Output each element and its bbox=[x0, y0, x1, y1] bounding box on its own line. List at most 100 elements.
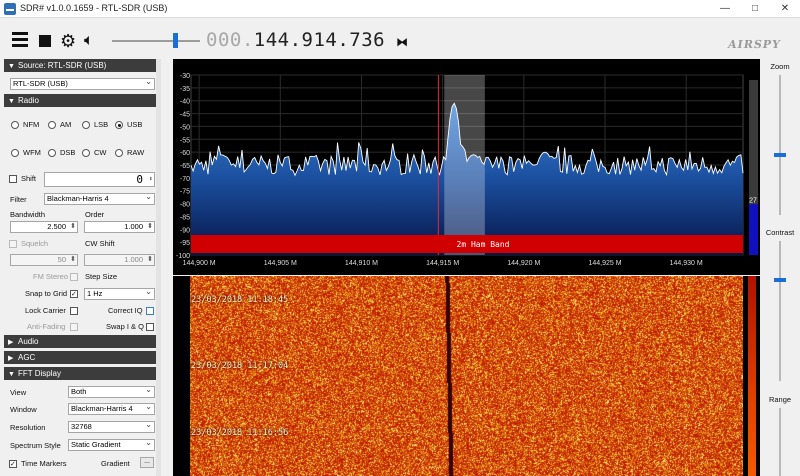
frequency-main-digits[interactable]: 144.914.736 bbox=[254, 29, 385, 51]
step-size-label: Step Size bbox=[85, 272, 118, 281]
mode-lsb-radio[interactable] bbox=[82, 121, 90, 129]
swap-iq-checkbox[interactable] bbox=[146, 323, 154, 331]
spectrum-chart[interactable]: 2m Ham Band 27 -30 -35 -40 -45 -50 -55 -60 -65 -7… bbox=[173, 59, 760, 275]
volume-slider-thumb[interactable] bbox=[173, 33, 179, 48]
mode-wfm-radio[interactable] bbox=[11, 149, 19, 157]
bandwidth-input[interactable]: 2.500 bbox=[10, 221, 78, 233]
radio-section-header[interactable]: ▼ Radio bbox=[4, 94, 156, 107]
mode-dsb-radio[interactable] bbox=[48, 149, 56, 157]
mode-usb-label: USB bbox=[127, 120, 143, 129]
menu-icon[interactable] bbox=[12, 32, 30, 50]
squelch-input[interactable]: 50 bbox=[10, 254, 78, 266]
mode-usb-radio[interactable] bbox=[115, 121, 123, 129]
spectrum-analyzer[interactable]: 2m Ham Band 27 -30 -35 -40 -45 -50 -55 -60 -65 -7… bbox=[173, 59, 760, 275]
view-select[interactable]: Both bbox=[68, 386, 155, 398]
collapse-triangle-icon: ▼ bbox=[8, 371, 15, 378]
mode-nfm-label: NFM bbox=[23, 120, 40, 129]
contrast-slider-thumb[interactable] bbox=[774, 278, 786, 282]
contrast-slider[interactable] bbox=[779, 241, 781, 381]
maximize-button[interactable]: □ bbox=[740, 0, 770, 18]
control-panel-scrollbar[interactable] bbox=[156, 59, 161, 476]
resolution-select[interactable]: 32768 bbox=[68, 421, 155, 433]
y-tick-label: -75 bbox=[180, 189, 190, 196]
x-tick-label: 144,900 M bbox=[183, 260, 216, 267]
x-tick-label: 144,915 M bbox=[426, 260, 459, 267]
window-title: SDR# v1.0.0.1659 - RTL-SDR (USB) bbox=[20, 3, 168, 13]
waterfall-timestamp: 23/03/2018 11:16:56 bbox=[191, 428, 289, 438]
mode-raw-radio[interactable] bbox=[115, 149, 123, 157]
filter-select[interactable]: Blackman-Harris 4 bbox=[44, 193, 155, 205]
waterfall-canvas[interactable] bbox=[190, 276, 743, 476]
stop-icon[interactable] bbox=[39, 35, 51, 47]
lock-carrier-label: Lock Carrier bbox=[25, 306, 66, 315]
y-tick-label: -45 bbox=[180, 112, 190, 119]
zoom-slider[interactable] bbox=[779, 75, 781, 215]
zoom-label: Zoom bbox=[770, 62, 790, 71]
squelch-label: Squelch bbox=[21, 239, 49, 248]
lock-carrier-checkbox[interactable] bbox=[70, 307, 78, 315]
gradient-button[interactable]: ... bbox=[140, 457, 154, 468]
source-device-select[interactable]: RTL-SDR (USB) bbox=[10, 78, 155, 90]
x-tick-label: 144,930 M bbox=[670, 260, 703, 267]
fft-window-select[interactable]: Blackman-Harris 4 bbox=[68, 403, 155, 415]
frequency-display[interactable]: 000.144.914.736 bbox=[206, 29, 385, 51]
frequency-leading-digits[interactable]: 000. bbox=[206, 29, 254, 51]
speaker-icon[interactable]: 🔈︎ bbox=[84, 32, 102, 50]
source-section-header[interactable]: ▼ Source: RTL-SDR (USB) bbox=[4, 59, 156, 72]
spectrum-style-select[interactable]: Static Gradient bbox=[68, 439, 155, 451]
time-markers-checkbox[interactable] bbox=[9, 460, 17, 468]
audio-section-header[interactable]: ▶ Audio bbox=[4, 335, 156, 348]
filter-label: Filter bbox=[10, 195, 27, 204]
bowtie-icon[interactable]: ⧓ bbox=[396, 35, 408, 49]
close-button[interactable]: ✕ bbox=[770, 0, 800, 18]
zoom-slider-thumb[interactable] bbox=[774, 153, 786, 157]
y-tick-label: -80 bbox=[180, 202, 190, 209]
snap-to-grid-checkbox[interactable] bbox=[70, 290, 78, 298]
shift-checkbox[interactable] bbox=[9, 175, 17, 183]
fft-display-section-header[interactable]: ▼ FFT Display bbox=[4, 367, 156, 380]
correct-iq-checkbox[interactable] bbox=[146, 307, 154, 315]
step-size-select[interactable]: 1 Hz bbox=[84, 288, 155, 300]
cw-shift-input[interactable]: 1.000 bbox=[84, 254, 155, 266]
sdrsharp-app-icon bbox=[4, 3, 16, 15]
mode-raw-label: RAW bbox=[127, 148, 145, 157]
anti-fading-label: Anti-Fading bbox=[27, 322, 66, 331]
range-slider[interactable] bbox=[779, 408, 781, 476]
signal-level-readout: 27 bbox=[749, 197, 757, 204]
mode-cw-label: CW bbox=[94, 148, 107, 157]
squelch-checkbox[interactable] bbox=[9, 240, 17, 248]
waterfall-display[interactable]: 23/03/2018 11:18:45 23/03/2018 11:17:04 … bbox=[173, 276, 760, 476]
radio-header-label: Radio bbox=[18, 96, 39, 105]
mode-am-radio[interactable] bbox=[48, 121, 56, 129]
cw-shift-label: CW Shift bbox=[85, 239, 115, 248]
bandwidth-label: Bandwidth bbox=[10, 210, 46, 219]
window-label: Window bbox=[10, 405, 37, 414]
source-header-label: Source: RTL-SDR (USB) bbox=[18, 61, 107, 70]
gradient-label: Gradient bbox=[101, 459, 130, 468]
spectrum-style-label: Spectrum Style bbox=[10, 441, 61, 450]
volume-slider[interactable] bbox=[112, 40, 200, 42]
y-tick-label: -70 bbox=[180, 176, 190, 183]
shift-value-input[interactable]: 0 bbox=[44, 172, 155, 187]
y-tick-label: -50 bbox=[180, 124, 190, 131]
waterfall-timestamp: 23/03/2018 11:18:45 bbox=[191, 295, 289, 305]
collapse-triangle-icon: ▼ bbox=[8, 63, 15, 70]
collapse-triangle-icon: ▼ bbox=[8, 98, 15, 105]
resolution-label: Resolution bbox=[10, 423, 46, 432]
expand-triangle-icon: ▶ bbox=[8, 355, 14, 362]
fm-stereo-checkbox[interactable] bbox=[70, 273, 78, 281]
filter-passband bbox=[444, 75, 485, 255]
expand-triangle-icon: ▶ bbox=[8, 339, 14, 346]
y-tick-label: -90 bbox=[180, 227, 190, 234]
mode-lsb-label: LSB bbox=[94, 120, 109, 129]
anti-fading-checkbox[interactable] bbox=[70, 323, 78, 331]
fm-stereo-label: FM Stereo bbox=[33, 272, 69, 281]
mode-dsb-label: DSB bbox=[60, 148, 76, 157]
order-input[interactable]: 1.000 bbox=[84, 221, 155, 233]
agc-section-header[interactable]: ▶ AGC bbox=[4, 351, 156, 364]
minimize-button[interactable]: — bbox=[710, 0, 740, 18]
mode-nfm-radio[interactable] bbox=[11, 121, 19, 129]
waterfall-timestamp: 23/03/2018 11:17:04 bbox=[191, 361, 289, 371]
mode-cw-radio[interactable] bbox=[82, 149, 90, 157]
gear-icon[interactable]: ⚙ bbox=[60, 32, 78, 50]
